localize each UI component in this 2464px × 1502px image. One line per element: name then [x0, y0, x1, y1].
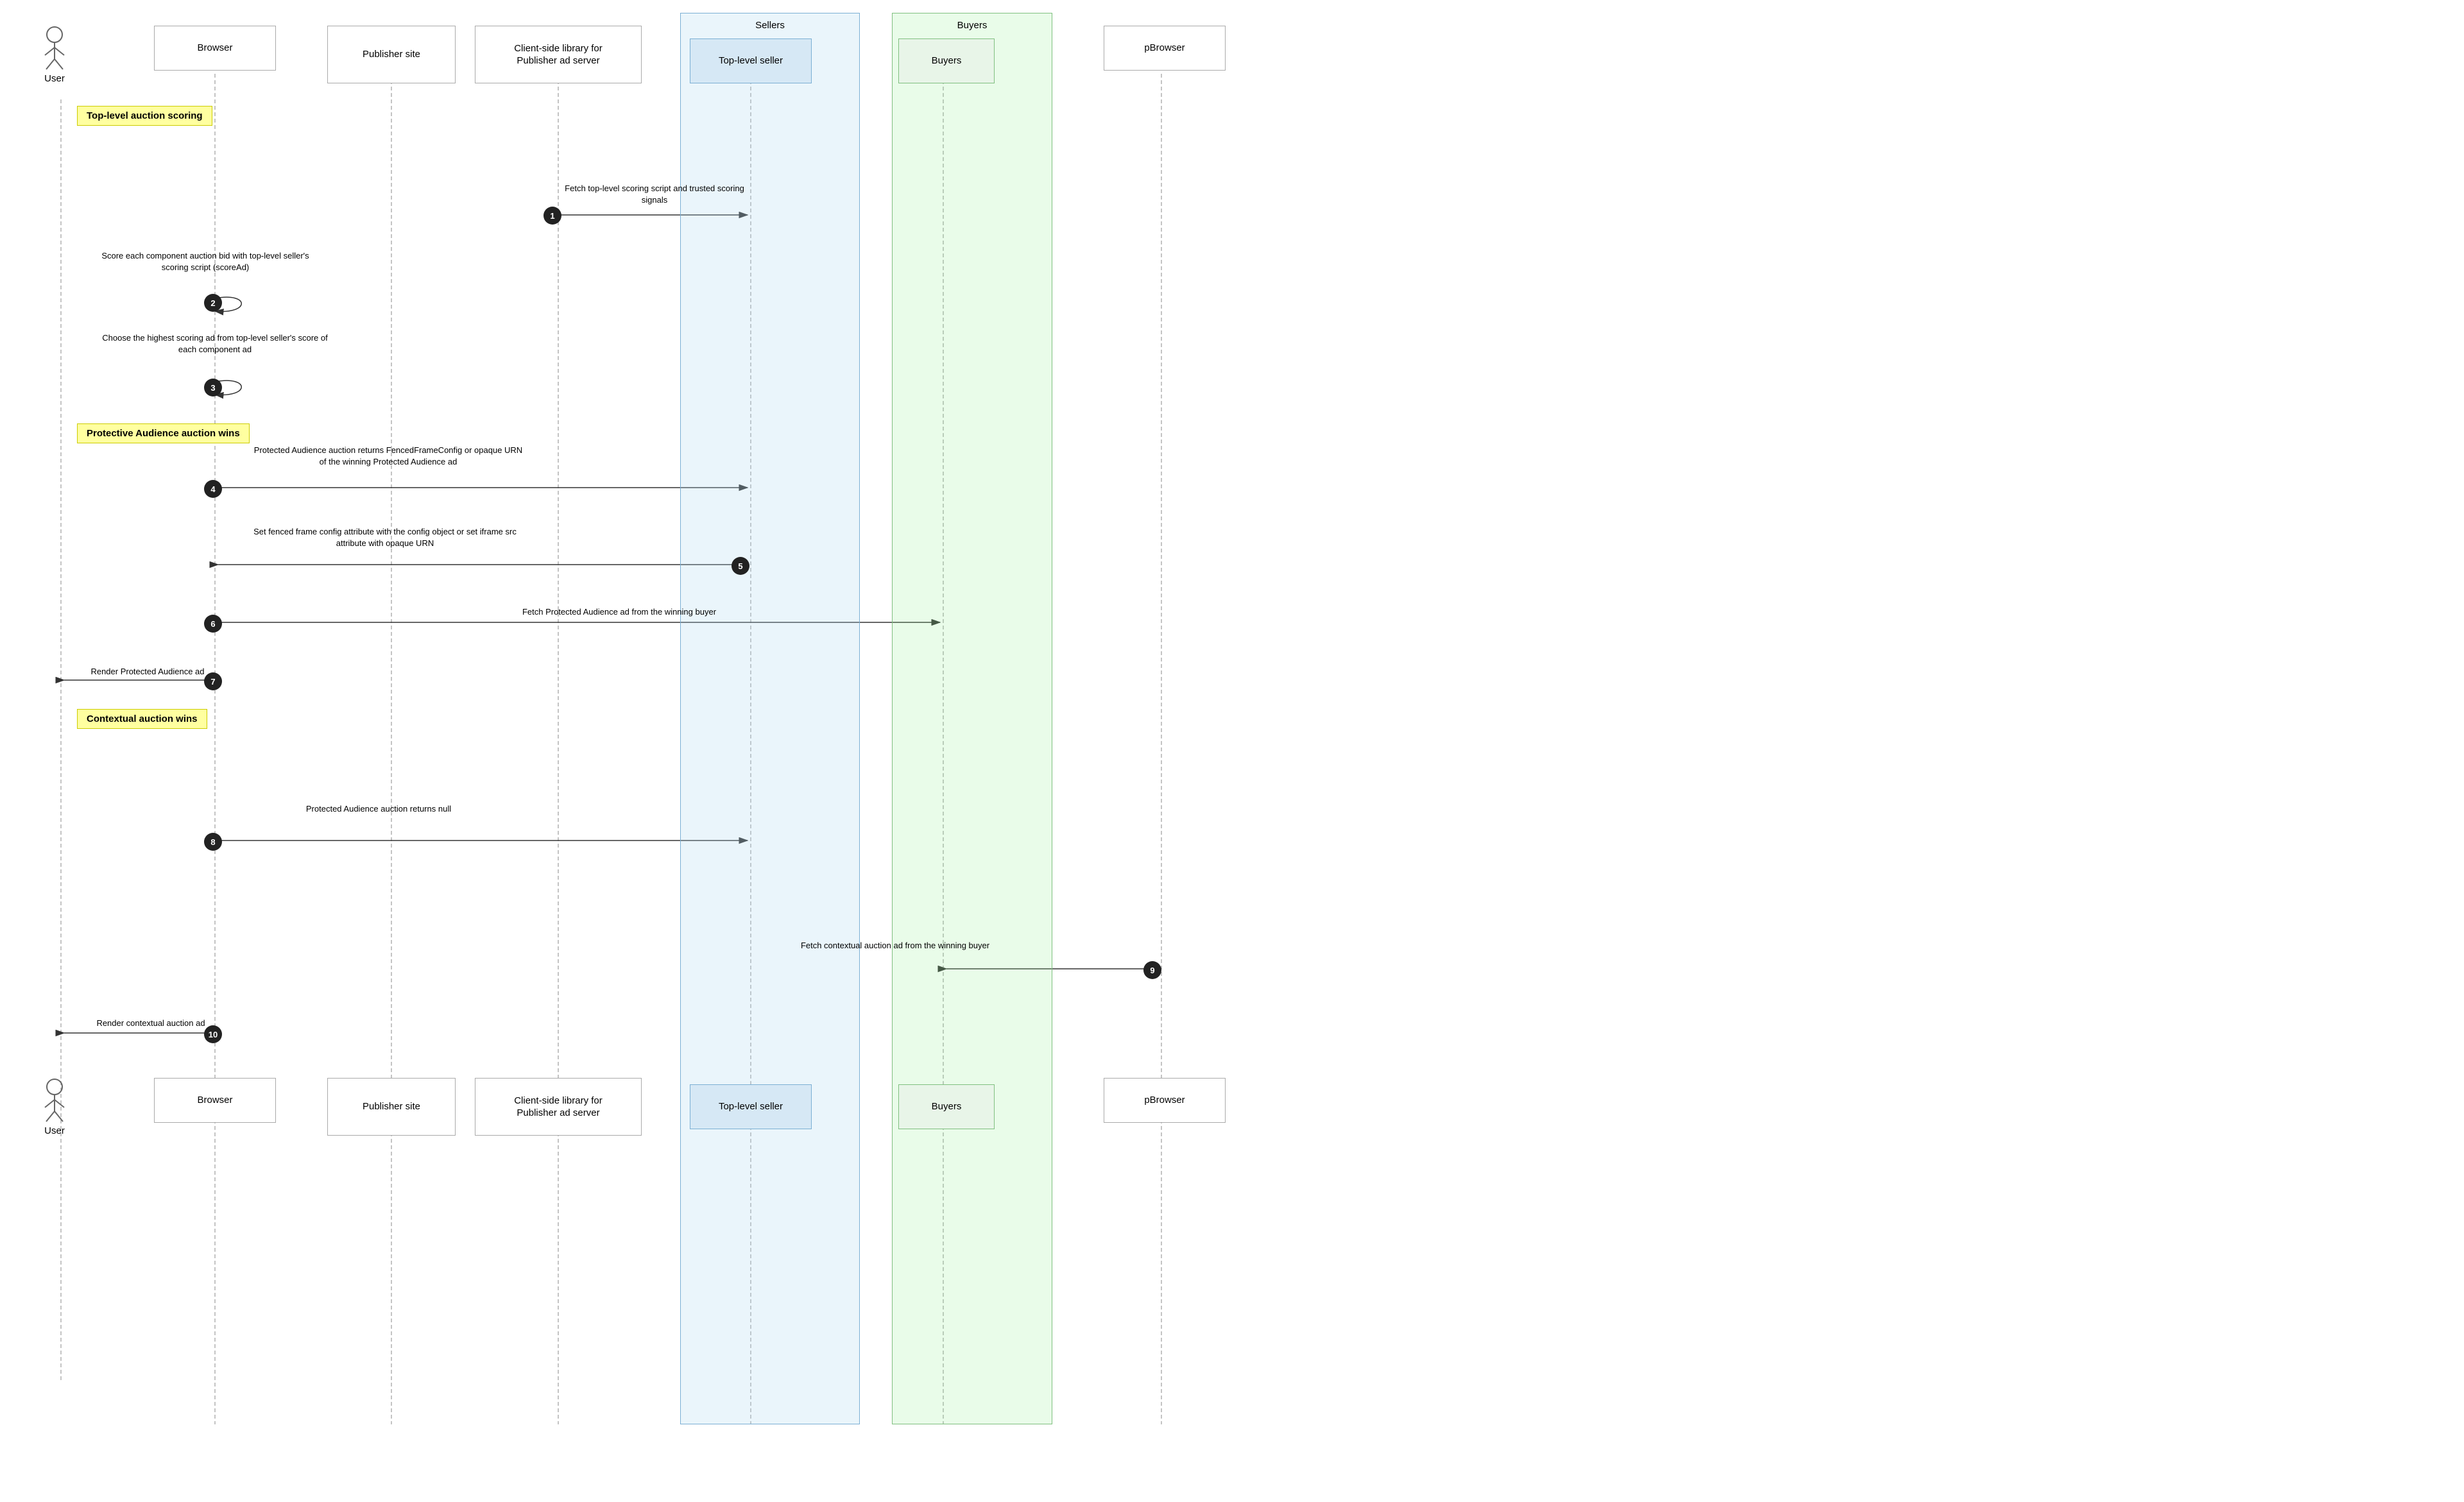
pbrowser-actor-top: pBrowser: [1104, 26, 1226, 71]
buyers-group: Buyers: [892, 13, 1052, 1424]
buyers-actor-top: Buyers: [898, 38, 995, 83]
circle-2: 2: [204, 294, 222, 312]
msg-score-each: Score each component auction bid with to…: [93, 250, 318, 273]
browser-actor-top: Browser: [154, 26, 276, 71]
publisher-site-actor-top: Publisher site: [327, 26, 456, 83]
publisher-site-actor-bottom: Publisher site: [327, 1078, 456, 1136]
user-label-top: User: [44, 73, 65, 84]
top-level-seller-actor-top: Top-level seller: [690, 38, 812, 83]
client-lib-actor-bottom: Client-side library for Publisher ad ser…: [475, 1078, 642, 1136]
client-lib-actor-top: Client-side library for Publisher ad ser…: [475, 26, 642, 83]
msg-fetch-scoring: Fetch top-level scoring script and trust…: [565, 183, 744, 206]
circle-6: 6: [204, 615, 222, 633]
pbrowser-actor-bottom: pBrowser: [1104, 1078, 1226, 1123]
user-label-bottom: User: [44, 1125, 65, 1136]
buyers-actor-bottom: Buyers: [898, 1084, 995, 1129]
circle-7: 7: [204, 672, 222, 690]
top-level-auction-scoring-label: Top-level auction scoring: [77, 106, 212, 126]
msg-pa-null: Protected Audience auction returns null: [282, 803, 475, 815]
protective-audience-label: Protective Audience auction wins: [77, 423, 250, 443]
msg-fetch-contextual: Fetch contextual auction ad from the win…: [725, 940, 1065, 952]
sellers-group-label: Sellers: [681, 20, 859, 31]
circle-3: 3: [204, 379, 222, 397]
msg-render-pa: Render Protected Audience ad: [71, 666, 225, 678]
circle-9: 9: [1143, 961, 1161, 979]
top-level-seller-actor-bottom: Top-level seller: [690, 1084, 812, 1129]
msg-fetch-pa: Fetch Protected Audience ad from the win…: [449, 606, 789, 618]
buyers-group-label: Buyers: [893, 20, 1052, 31]
contextual-auction-label: Contextual auction wins: [77, 709, 207, 729]
browser-actor-bottom: Browser: [154, 1078, 276, 1123]
user-actor-top: User: [38, 26, 71, 84]
circle-1: 1: [543, 207, 561, 225]
circle-4: 4: [204, 480, 222, 498]
msg-choose-highest: Choose the highest scoring ad from top-l…: [93, 332, 337, 355]
sellers-group: Sellers: [680, 13, 860, 1424]
circle-10: 10: [204, 1025, 222, 1043]
user-actor-bottom: User: [38, 1078, 71, 1136]
msg-set-fenced: Set fenced frame config attribute with t…: [250, 526, 520, 549]
msg-pa-returns: Protected Audience auction returns Fence…: [250, 445, 526, 468]
circle-5: 5: [732, 557, 749, 575]
circle-8: 8: [204, 833, 222, 851]
